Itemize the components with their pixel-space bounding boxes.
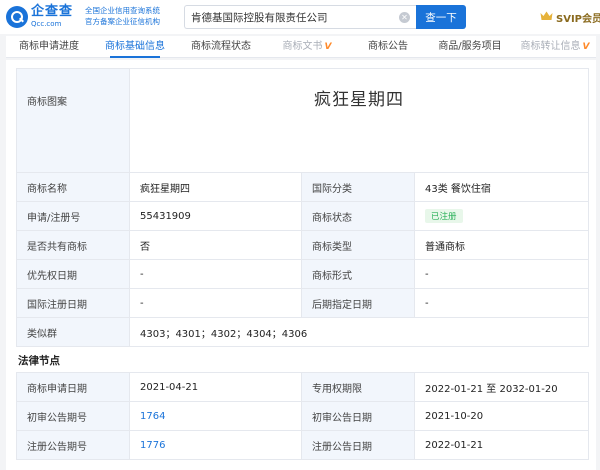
exclusive-right-period-value: 2022-01-21 至 2032-01-20 <box>414 372 589 402</box>
similar-group-value: 4303；4301；4302；4304；4306 <box>129 317 589 347</box>
brand-domain: Qcc.com <box>31 20 62 28</box>
legal-nodes-title: 法律节点 <box>18 355 60 367</box>
top-header: 企查查 Qcc.com 全国企业信用查询系统 官方备案企业征信机构 ✕ 查一下 … <box>0 0 600 34</box>
trademark-panel: 商标图案 疯狂星期四 商标名称 疯狂星期四 国际分类 43类 餐饮住宿 申请/注… <box>6 60 596 470</box>
tab-label: 商标申请进度 <box>19 41 79 52</box>
table-row: 商标图案 疯狂星期四 <box>16 68 589 173</box>
tab-announcements[interactable]: 商标公告 <box>350 36 426 58</box>
table-row: 是否共有商标 否 商标类型 普通商标 <box>16 230 589 260</box>
tab-basic-info[interactable]: 商标基础信息 <box>92 36 178 58</box>
prelim-announcement-date-value: 2021-10-20 <box>414 401 589 431</box>
table-row: 商标申请日期 2021-04-21 专用权期限 2022-01-21 至 203… <box>16 372 589 402</box>
clear-icon[interactable]: ✕ <box>399 12 410 23</box>
crown-icon <box>540 11 553 20</box>
field-label: 初审公告期号 <box>16 401 130 431</box>
field-label: 是否共有商标 <box>16 230 130 260</box>
registration-announcement-date-value: 2022-01-21 <box>414 430 589 460</box>
search-input[interactable] <box>191 6 391 28</box>
field-label: 商标名称 <box>16 172 130 202</box>
tab-label: 商品/服务项目 <box>438 41 502 52</box>
trademark-name-value: 疯狂星期四 <box>129 172 302 202</box>
tab-label: 商标基础信息 <box>105 41 165 52</box>
svip-member-link[interactable]: SVIP会员 <box>556 10 600 25</box>
status-badge: 已注册 <box>425 209 463 223</box>
field-label: 商标形式 <box>301 259 415 289</box>
application-date-value: 2021-04-21 <box>129 372 302 402</box>
search-box: ✕ <box>184 5 416 29</box>
search-button[interactable]: 查一下 <box>416 5 466 29</box>
trademark-image-label: 商标图案 <box>16 68 130 173</box>
trademark-image-cell: 疯狂星期四 <box>129 68 589 173</box>
tab-process-status[interactable]: 商标流程状态 <box>178 36 264 58</box>
table-row: 类似群 4303；4301；4302；4304；4306 <box>16 317 589 347</box>
table-row: 初审公告期号 1764 初审公告日期 2021-10-20 <box>16 401 589 431</box>
field-label: 初审公告日期 <box>301 401 415 431</box>
vip-icon: V <box>582 42 590 52</box>
qcc-logo-icon[interactable] <box>6 6 28 28</box>
tagline: 全国企业信用查询系统 官方备案企业征信机构 <box>85 5 177 27</box>
field-label: 申请/注册号 <box>16 201 130 231</box>
tab-bar: 商标申请进度 商标基础信息 商标流程状态 商标文书 V 商标公告 商品/服务项目 … <box>6 36 596 58</box>
field-label: 国际分类 <box>301 172 415 202</box>
registration-announcement-number-cell: 1776 <box>129 430 302 460</box>
registration-announcement-number-link[interactable]: 1776 <box>140 440 165 451</box>
field-label: 专用权期限 <box>301 372 415 402</box>
field-label: 国际注册日期 <box>16 288 130 318</box>
vip-icon: V <box>324 42 332 52</box>
later-designation-date-value: - <box>414 288 589 318</box>
tagline-line-1: 全国企业信用查询系统 <box>85 6 160 15</box>
brand-name: 企查查 <box>31 4 74 19</box>
trademark-info-table: 商标图案 疯狂星期四 商标名称 疯狂星期四 国际分类 43类 餐饮住宿 申请/注… <box>16 68 589 347</box>
field-label: 注册公告日期 <box>301 430 415 460</box>
table-row: 注册公告期号 1776 注册公告日期 2022-01-21 <box>16 430 589 460</box>
prelim-announcement-number-link[interactable]: 1764 <box>140 411 165 422</box>
trademark-type-value: 普通商标 <box>414 230 589 260</box>
tab-label: 商标转让信息 <box>520 41 581 52</box>
intl-class-value: 43类 餐饮住宿 <box>414 172 589 202</box>
tab-label: 商标文书 <box>282 41 323 52</box>
field-label: 类似群 <box>16 317 130 347</box>
field-label: 后期指定日期 <box>301 288 415 318</box>
shared-trademark-value: 否 <box>129 230 302 260</box>
field-label: 商标状态 <box>301 201 415 231</box>
tab-goods-services[interactable]: 商品/服务项目 <box>426 36 514 58</box>
tab-application-progress[interactable]: 商标申请进度 <box>6 36 92 58</box>
registration-number-value: 55431909 <box>129 201 302 231</box>
prelim-announcement-number-cell: 1764 <box>129 401 302 431</box>
field-label: 商标申请日期 <box>16 372 130 402</box>
tagline-line-2: 官方备案企业征信机构 <box>85 17 160 26</box>
table-row: 国际注册日期 - 后期指定日期 - <box>16 288 589 318</box>
legal-nodes-table: 商标申请日期 2021-04-21 专用权期限 2022-01-21 至 203… <box>16 372 589 460</box>
table-row: 商标名称 疯狂星期四 国际分类 43类 餐饮住宿 <box>16 172 589 202</box>
field-label: 优先权日期 <box>16 259 130 289</box>
field-label: 商标类型 <box>301 230 415 260</box>
tab-documents[interactable]: 商标文书 V <box>264 36 350 58</box>
table-row: 优先权日期 - 商标形式 - <box>16 259 589 289</box>
tab-label: 商标公告 <box>368 41 408 52</box>
trademark-image-text: 疯狂星期四 <box>314 90 404 110</box>
priority-date-value: - <box>129 259 302 289</box>
field-label: 注册公告期号 <box>16 430 130 460</box>
trademark-form-value: - <box>414 259 589 289</box>
tab-label: 商标流程状态 <box>191 41 251 52</box>
intl-registration-date-value: - <box>129 288 302 318</box>
table-row: 申请/注册号 55431909 商标状态 已注册 <box>16 201 589 231</box>
status-cell: 已注册 <box>414 201 589 231</box>
tab-transfer-info[interactable]: 商标转让信息 V <box>514 36 596 58</box>
brand[interactable]: 企查查 Qcc.com <box>31 4 73 29</box>
